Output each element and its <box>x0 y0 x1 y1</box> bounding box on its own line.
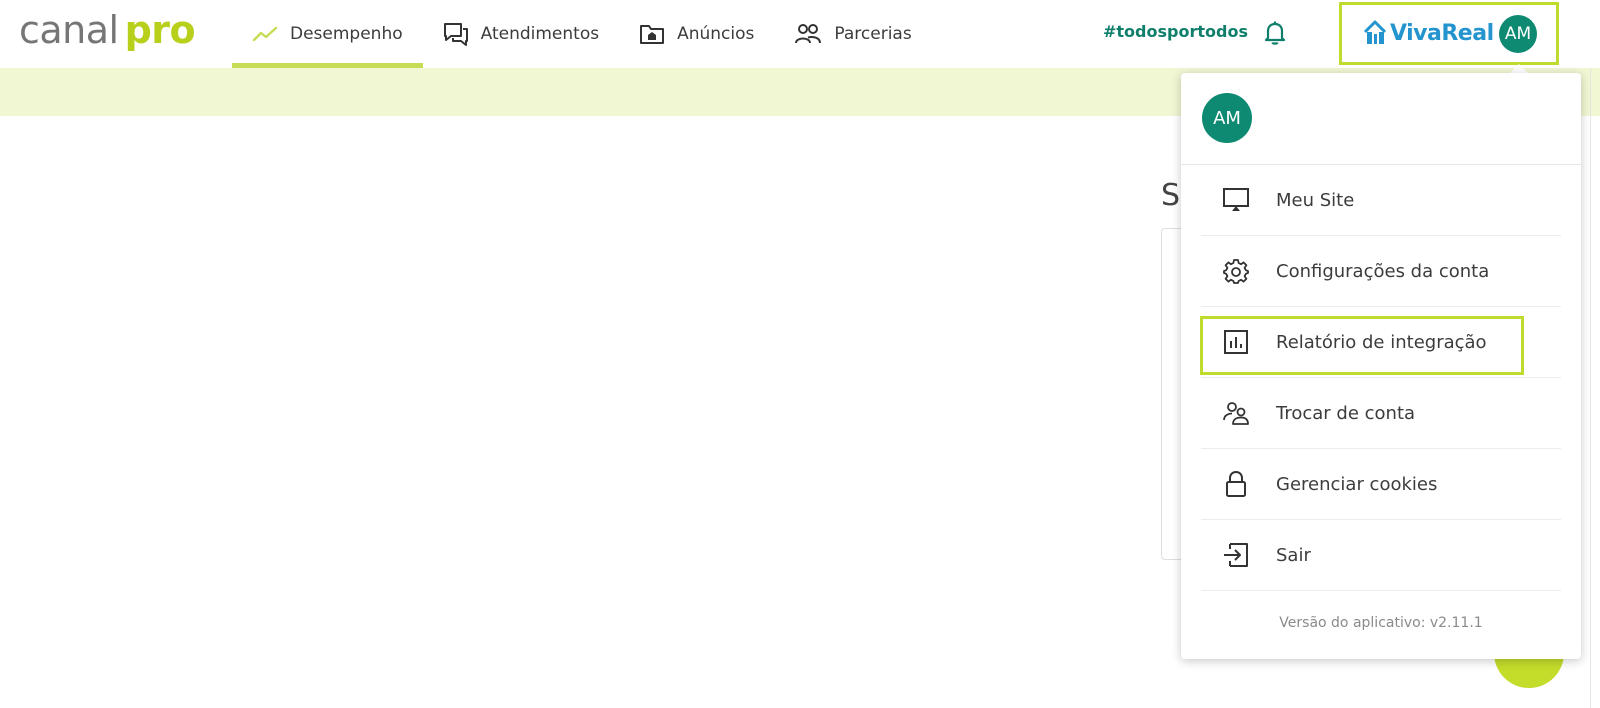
nav-label: Anúncios <box>677 24 755 44</box>
menu-item-label: Configurações da conta <box>1276 260 1490 282</box>
menu-item-label: Trocar de conta <box>1276 402 1416 424</box>
menu-item-label: Meu Site <box>1276 189 1355 211</box>
vivareal-logo: VivaReal <box>1364 20 1494 46</box>
menu-item-label: Relatório de integração <box>1276 331 1487 353</box>
switch-users-icon <box>1221 400 1251 426</box>
account-dropdown-menu: AM Meu Site Configurações da conta Relat… <box>1181 73 1581 659</box>
menu-item-label: Gerenciar cookies <box>1276 473 1438 495</box>
folder-home-icon <box>640 25 665 44</box>
bar-chart-icon <box>1221 329 1251 355</box>
nav-label: Desempenho <box>290 24 403 44</box>
menu-item-label: Sair <box>1276 544 1311 566</box>
hashtag-link[interactable]: #todosportodos <box>1103 22 1248 41</box>
nav-parcerias[interactable]: Parcerias <box>774 0 931 68</box>
notifications-bell-icon[interactable] <box>1264 20 1286 50</box>
vivareal-house-icon <box>1364 20 1386 44</box>
main-nav: Desempenho Atendimentos Anúncios Parceri… <box>232 0 932 68</box>
user-avatar[interactable]: AM <box>1499 15 1537 53</box>
brand-name: VivaReal <box>1390 20 1494 46</box>
monitor-icon <box>1221 187 1251 213</box>
nav-desempenho[interactable]: Desempenho <box>232 0 423 68</box>
menu-item-trocar-conta[interactable]: Trocar de conta <box>1201 378 1561 449</box>
nav-atendimentos[interactable]: Atendimentos <box>423 0 619 68</box>
lock-icon <box>1221 470 1251 498</box>
background-section-title: S <box>1161 178 1181 213</box>
gear-icon <box>1221 258 1251 284</box>
menu-item-sair[interactable]: Sair <box>1201 520 1561 591</box>
top-header: canal pro Desempenho Atendimentos Anúncio… <box>0 0 1600 68</box>
canal-pro-logo[interactable]: canal pro <box>19 6 196 54</box>
account-brand-switcher[interactable]: VivaReal AM <box>1339 2 1559 65</box>
dropdown-menu-list: Meu Site Configurações da conta Relatóri… <box>1200 165 1561 591</box>
chat-bubbles-icon <box>443 23 468 46</box>
nav-label: Atendimentos <box>480 24 600 44</box>
dropdown-caret <box>1510 64 1528 73</box>
menu-item-gerenciar-cookies[interactable]: Gerenciar cookies <box>1201 449 1561 520</box>
menu-item-configuracoes[interactable]: Configurações da conta <box>1201 236 1561 307</box>
menu-item-relatorio-integracao[interactable]: Relatório de integração <box>1200 307 1561 378</box>
page-edge <box>1590 68 1600 708</box>
app-version: Versão do aplicativo: v2.11.1 <box>1279 615 1483 631</box>
logout-icon <box>1221 542 1251 568</box>
menu-item-meu-site[interactable]: Meu Site <box>1201 165 1561 236</box>
trending-up-icon <box>252 26 278 42</box>
nav-anuncios[interactable]: Anúncios <box>619 0 774 68</box>
nav-label: Parcerias <box>834 24 912 44</box>
users-icon <box>795 24 822 44</box>
dropdown-avatar: AM <box>1202 93 1252 143</box>
